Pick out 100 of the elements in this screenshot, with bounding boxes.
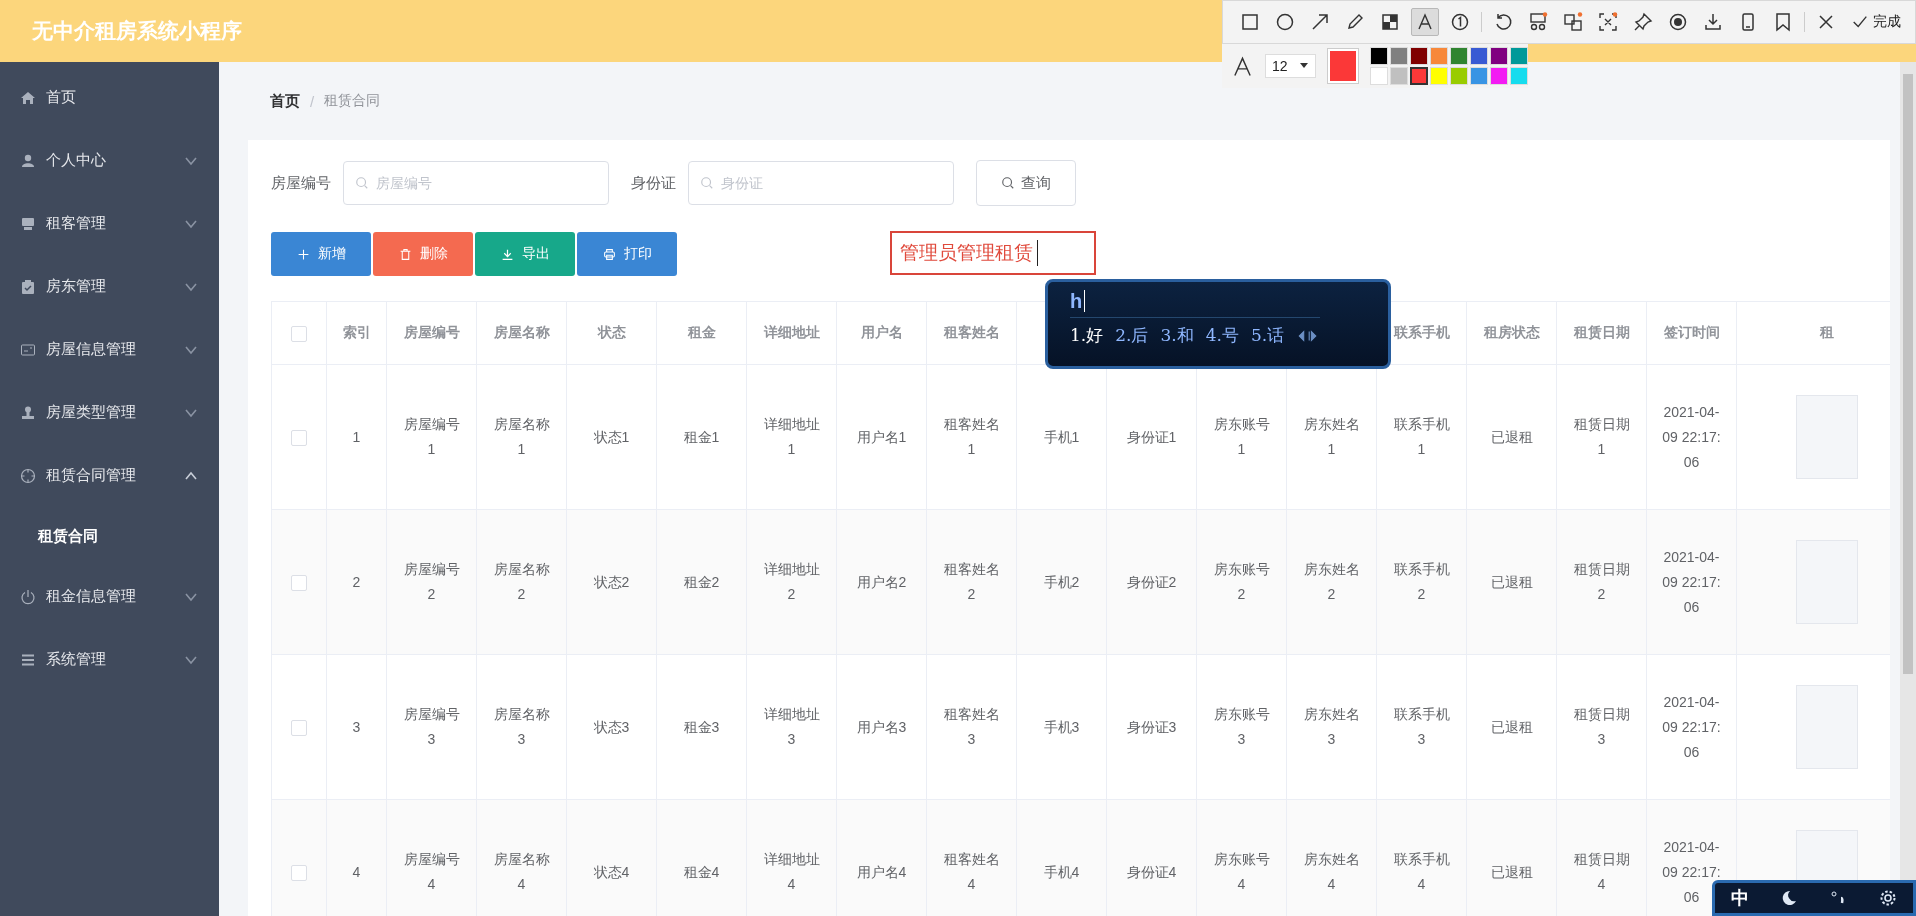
- table-cell-text: 2: [352, 572, 361, 592]
- column-header: 状态: [597, 324, 626, 340]
- sidebar-item[interactable]: 系统管理: [0, 628, 219, 691]
- ime-candidate[interactable]: 2.后: [1115, 324, 1149, 347]
- checkbox[interactable]: [291, 864, 307, 881]
- search-field[interactable]: 身份证: [688, 161, 954, 205]
- search-field[interactable]: 房屋编号: [343, 161, 609, 205]
- clipboard-icon: [20, 278, 36, 295]
- bookmark-icon: [1773, 12, 1793, 32]
- table-cell-text: 租金3: [683, 717, 720, 737]
- sidebar-item[interactable]: 房屋信息管理: [0, 318, 219, 381]
- checkbox[interactable]: [291, 325, 307, 342]
- done-button[interactable]: 完成: [1847, 13, 1905, 31]
- table-cell-text: 租客姓名1: [942, 415, 1001, 459]
- circle-icon: [1275, 12, 1295, 32]
- text-icon: [1415, 12, 1435, 32]
- sidebar-item[interactable]: 房屋类型管理: [0, 381, 219, 444]
- pencil-icon: [1345, 12, 1365, 32]
- column-header: 详细地址: [763, 324, 820, 340]
- table-cell-text: 租客姓名3: [942, 705, 1001, 749]
- table-cell-text: 身份证3: [1126, 717, 1177, 737]
- table-cell-text: 状态2: [593, 572, 630, 592]
- table-cell-text: 身份证2: [1126, 572, 1177, 592]
- checkbox[interactable]: [291, 719, 307, 736]
- ime-candidate[interactable]: 4.号: [1205, 324, 1239, 347]
- table-cell-text: 房东账号3: [1212, 705, 1271, 749]
- table-cell-text: 已退租: [1490, 427, 1533, 447]
- table-cell-text: 租金4: [683, 862, 720, 882]
- column-header: 联系手机: [1393, 324, 1450, 340]
- search-button[interactable]: 查询: [976, 160, 1076, 206]
- ime-candidate[interactable]: 3.和: [1160, 324, 1194, 347]
- card-icon: [20, 341, 36, 358]
- table-cell-text: 用户名3: [856, 717, 907, 737]
- table-cell-text: 详细地址1: [762, 415, 821, 459]
- arrow-icon: [1310, 12, 1330, 32]
- table-cell-text: 房屋编号1: [402, 415, 461, 459]
- action-button[interactable]: 打印: [577, 232, 677, 276]
- column-header: 索引: [342, 324, 371, 340]
- ime-candidate[interactable]: 5.话: [1250, 324, 1285, 347]
- table-cell-text: 手机1: [1043, 427, 1080, 447]
- text-annotation[interactable]: 管理员管理租赁: [890, 231, 1096, 275]
- table-cell-text: 房屋名称1: [492, 415, 551, 459]
- ime-mode[interactable]: 中: [1730, 886, 1749, 910]
- table-cell-text: 身份证1: [1126, 427, 1177, 447]
- table-cell-text: 2021-04-09 22:17:06: [1661, 402, 1722, 472]
- scissors-icon: [1528, 12, 1548, 32]
- table-cell-text: 租赁日期1: [1572, 415, 1631, 459]
- checkbox[interactable]: [291, 429, 307, 446]
- record-icon: [1668, 12, 1688, 32]
- sidebar-item[interactable]: 个人中心: [0, 129, 219, 192]
- printer-icon: [602, 247, 616, 261]
- sidebar-item[interactable]: 租客管理: [0, 192, 219, 255]
- table-cell-text: 房东账号2: [1212, 560, 1271, 604]
- table-cell-text: 房屋名称2: [492, 560, 551, 604]
- color-swatch[interactable]: [1410, 67, 1428, 85]
- table-cell-text: 身份证4: [1126, 862, 1177, 882]
- action-button[interactable]: 新增: [271, 232, 371, 276]
- table-cell-text: 手机3: [1043, 717, 1080, 737]
- column-header: 房屋名称: [493, 324, 550, 340]
- table-cell-text: 房东姓名1: [1302, 415, 1361, 459]
- trash-icon: [398, 247, 412, 261]
- column-header: 租客姓名: [943, 324, 1000, 340]
- current-color-swatch[interactable]: [1327, 49, 1358, 83]
- column-header: 用户名: [860, 324, 903, 340]
- sidebar-subitem[interactable]: 租赁合同: [0, 507, 219, 565]
- table-cell-text: 联系手机4: [1392, 850, 1451, 894]
- font-size-dropdown[interactable]: 12: [1265, 54, 1316, 78]
- table-cell-text: 2021-04-09 22:17:06: [1661, 692, 1722, 762]
- download-icon: [1703, 12, 1723, 32]
- table-cell-text: 房东账号1: [1212, 415, 1271, 459]
- download-icon: [500, 247, 514, 261]
- sidebar-item[interactable]: 房东管理: [0, 255, 219, 318]
- table-cell-text: 租金2: [683, 572, 720, 592]
- table-cell-text: 房屋名称4: [492, 850, 551, 894]
- printer-icon: [20, 215, 36, 232]
- table-cell-text: 1: [352, 427, 361, 447]
- search-icon: [700, 176, 714, 190]
- undo-icon: [1493, 12, 1513, 32]
- table-cell-text: 状态4: [593, 862, 630, 882]
- table-cell-text: 详细地址2: [762, 560, 821, 604]
- table-cell-text: 房屋编号2: [402, 560, 461, 604]
- column-header: 租: [1819, 324, 1834, 340]
- column-header: 租赁日期: [1573, 324, 1630, 340]
- table-cell-text: 房屋编号3: [402, 705, 461, 749]
- pin-icon: [1633, 12, 1653, 32]
- sidebar-item[interactable]: 租赁合同管理: [0, 444, 219, 507]
- rectangle-icon: [1240, 12, 1260, 32]
- checkbox[interactable]: [291, 574, 307, 591]
- breadcrumb-item[interactable]: 首页: [270, 91, 300, 111]
- sidebar-item[interactable]: 首页: [0, 66, 219, 129]
- table-cell-text: 已退租: [1490, 862, 1533, 882]
- sidebar-item[interactable]: 租金信息管理: [0, 565, 219, 628]
- table-cell-text: 房东账号4: [1212, 850, 1271, 894]
- moon-icon: [1780, 889, 1799, 907]
- font-icon: [1232, 54, 1253, 78]
- tool-button[interactable]: [1411, 8, 1439, 36]
- scrollbar-thumb[interactable]: [1903, 74, 1913, 674]
- breadcrumb-item: 租赁合同: [324, 92, 381, 110]
- ime-candidate[interactable]: 1.好: [1070, 324, 1104, 347]
- translate-icon: [1563, 12, 1583, 32]
